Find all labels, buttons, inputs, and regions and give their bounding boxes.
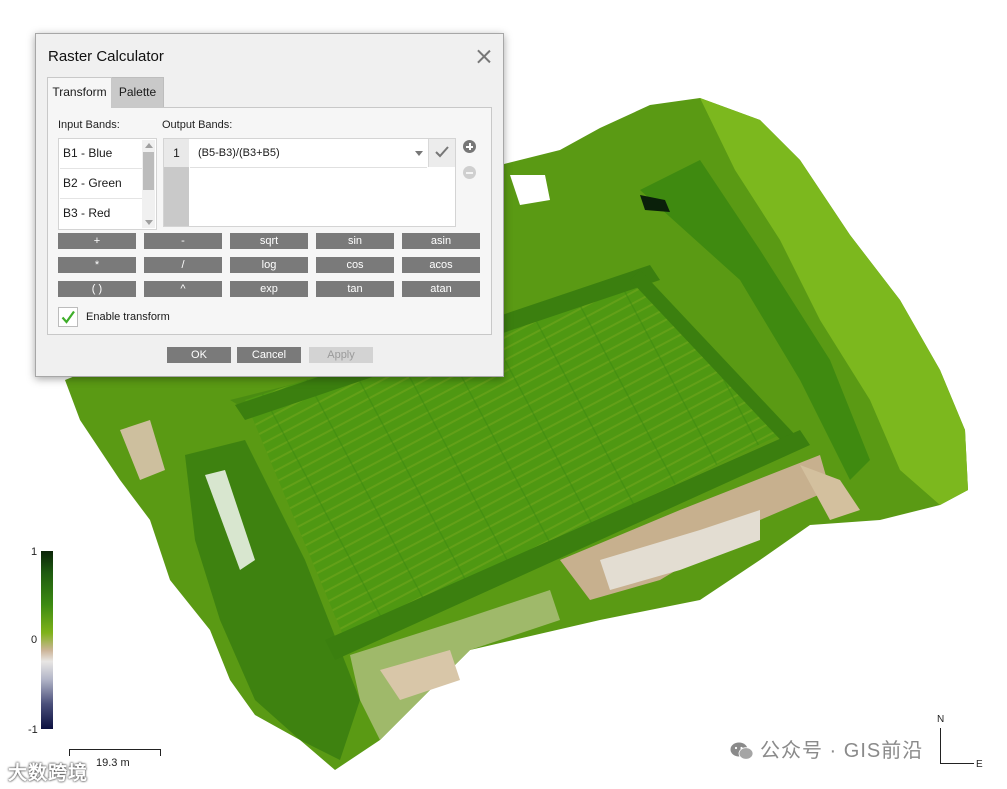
op-acos-button[interactable]: acos — [402, 257, 480, 273]
op-parentheses-button[interactable]: ( ) — [58, 281, 136, 297]
enable-transform-checkbox[interactable] — [58, 307, 78, 327]
scroll-thumb[interactable] — [143, 152, 154, 190]
apply-button[interactable]: Apply — [309, 347, 373, 363]
ndvi-color-legend — [41, 551, 53, 729]
input-bands-scrollbar[interactable] — [142, 140, 155, 228]
output-band-index: 1 — [164, 139, 189, 167]
cancel-button[interactable]: Cancel — [237, 347, 301, 363]
chevron-down-icon[interactable] — [415, 151, 423, 156]
op-sin-button[interactable]: sin — [316, 233, 394, 249]
input-band-item[interactable]: B2 - Green — [60, 169, 145, 199]
input-band-item[interactable]: B3 - Red — [60, 199, 145, 228]
watermark-left-text: 大数跨境 — [8, 763, 89, 784]
dialog-title: Raster Calculator — [48, 48, 164, 65]
transform-panel: Input Bands: Output Bands: B1 - Blue B2 … — [47, 107, 492, 335]
legend-max-label: 1 — [31, 546, 38, 558]
scroll-down-icon[interactable] — [145, 220, 153, 225]
input-band-item[interactable]: B1 - Blue — [60, 139, 145, 169]
op-cos-button[interactable]: cos — [316, 257, 394, 273]
checkmark-icon — [435, 146, 449, 158]
watermark-right-text: 公众号 · GIS前沿 — [760, 740, 924, 762]
checkmark-icon — [61, 310, 75, 324]
ok-button[interactable]: OK — [167, 347, 231, 363]
op-atan-button[interactable]: atan — [402, 281, 480, 297]
legend-mid-label: 0 — [31, 634, 38, 646]
op-sqrt-button[interactable]: sqrt — [230, 233, 308, 249]
input-bands-list[interactable]: B1 - Blue B2 - Green B3 - Red — [58, 138, 157, 230]
wechat-icon — [730, 742, 754, 760]
expression-combobox[interactable]: (B5-B3)/(B3+B5) — [190, 139, 427, 168]
apply-expression-button[interactable] — [428, 139, 455, 167]
op-minus-button[interactable]: - — [144, 233, 222, 249]
output-bands-table: 1 (B5-B3)/(B3+B5) — [163, 138, 456, 227]
op-log-button[interactable]: log — [230, 257, 308, 273]
legend-min-label: -1 — [28, 724, 38, 736]
op-power-button[interactable]: ^ — [144, 281, 222, 297]
op-tan-button[interactable]: tan — [316, 281, 394, 297]
input-bands-label: Input Bands: — [58, 119, 120, 131]
tab-transform[interactable]: Transform — [47, 77, 112, 108]
raster-calculator-dialog: Raster Calculator Transform Palette Inpu… — [35, 33, 504, 377]
op-multiply-button[interactable]: * — [58, 257, 136, 273]
tab-palette[interactable]: Palette — [111, 77, 164, 107]
scale-bar — [69, 749, 161, 756]
watermark-logo: 大数跨境 — [8, 758, 88, 785]
north-arrow: N E — [937, 714, 983, 770]
east-label: E — [976, 759, 983, 770]
enable-transform-label: Enable transform — [86, 311, 170, 323]
op-plus-button[interactable]: + — [58, 233, 136, 249]
scale-bar-label: 19.3 m — [96, 757, 130, 769]
close-icon[interactable] — [476, 48, 492, 64]
north-label: N — [937, 714, 945, 725]
remove-band-icon[interactable] — [463, 166, 476, 179]
output-bands-label: Output Bands: — [162, 119, 233, 131]
op-exp-button[interactable]: exp — [230, 281, 308, 297]
scroll-up-icon[interactable] — [145, 143, 153, 148]
op-asin-button[interactable]: asin — [402, 233, 480, 249]
op-divide-button[interactable]: / — [144, 257, 222, 273]
expression-text: (B5-B3)/(B3+B5) — [198, 147, 280, 159]
add-band-icon[interactable] — [463, 140, 476, 153]
watermark-wechat: 公众号 · GIS前沿 — [730, 734, 923, 763]
